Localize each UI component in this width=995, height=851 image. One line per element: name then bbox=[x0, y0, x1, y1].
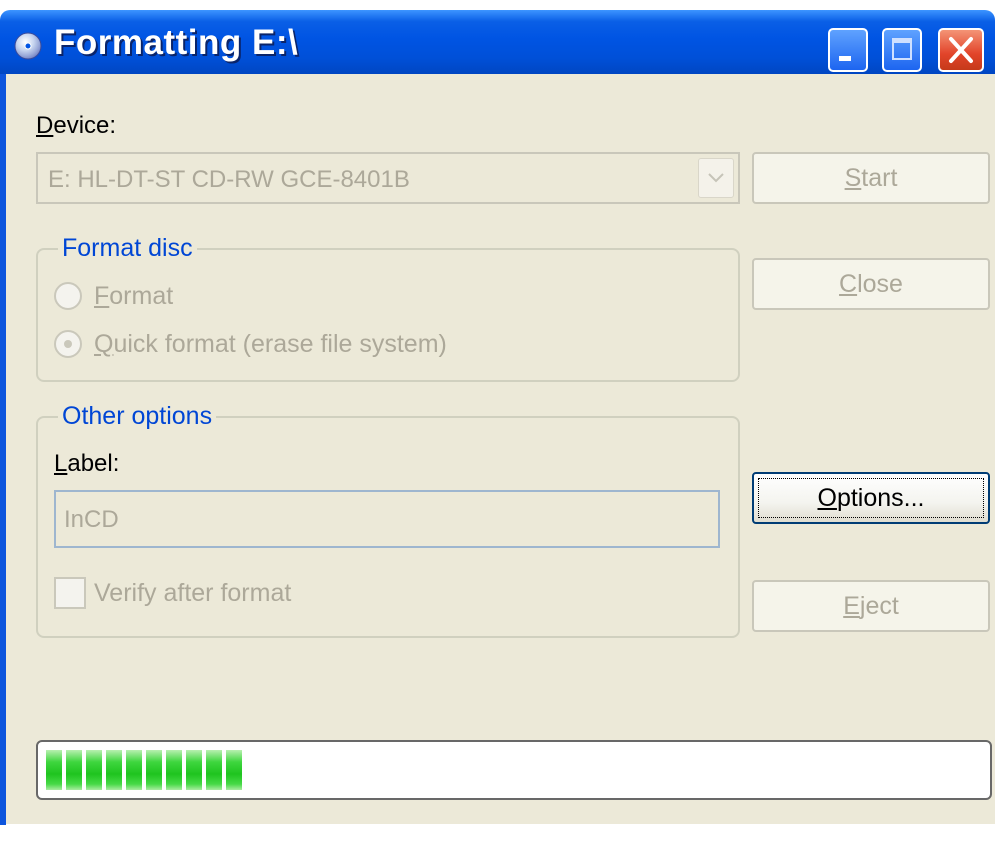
format-disc-group: Format disc bbox=[36, 234, 740, 382]
maximize-button[interactable] bbox=[882, 28, 922, 72]
quick-format-option-label: Quick format (erase file system) bbox=[94, 330, 447, 358]
maximize-icon bbox=[892, 38, 912, 60]
eject-button[interactable]: Eject bbox=[752, 580, 990, 632]
chevron-down-icon bbox=[708, 173, 724, 183]
progress-segment bbox=[86, 750, 102, 790]
progress-segment bbox=[66, 750, 82, 790]
format-radio[interactable] bbox=[54, 282, 82, 310]
progress-segment bbox=[146, 750, 162, 790]
quick-format-radio[interactable] bbox=[54, 330, 82, 358]
start-button[interactable]: Start bbox=[752, 152, 990, 204]
device-dropdown[interactable]: E: HL-DT-ST CD-RW GCE-8401B bbox=[36, 152, 740, 204]
title-bar[interactable]: Formatting E:\ bbox=[0, 10, 995, 74]
format-disc-group-title: Format disc bbox=[58, 234, 197, 263]
focus-rect bbox=[758, 478, 984, 518]
progress-segment bbox=[186, 750, 202, 790]
format-dialog: Formatting E:\ Device: E: HL-DT-ST CD-RW… bbox=[0, 0, 995, 851]
dropdown-button[interactable] bbox=[698, 158, 734, 198]
close-icon bbox=[949, 37, 973, 63]
progress-segment bbox=[46, 750, 62, 790]
progress-fill bbox=[46, 750, 246, 790]
cd-disc-icon bbox=[14, 32, 42, 60]
progress-segment bbox=[126, 750, 142, 790]
progress-segment bbox=[166, 750, 182, 790]
options-button[interactable]: Options... bbox=[752, 472, 990, 524]
volume-label-input[interactable]: InCD bbox=[54, 490, 720, 548]
close-button[interactable]: Close bbox=[752, 258, 990, 310]
label-field-label: Label: bbox=[54, 450, 120, 477]
format-progress-bar bbox=[36, 740, 992, 800]
other-options-group-title: Other options bbox=[58, 402, 217, 431]
progress-segment bbox=[226, 750, 242, 790]
verify-after-format-label: Verify after format bbox=[94, 579, 292, 607]
device-selected-value: E: HL-DT-ST CD-RW GCE-8401B bbox=[48, 166, 410, 193]
verify-after-format-checkbox[interactable] bbox=[54, 577, 86, 609]
progress-segment bbox=[106, 750, 122, 790]
progress-segment bbox=[206, 750, 222, 790]
window-title: Formatting E:\ bbox=[54, 23, 299, 62]
close-window-button[interactable] bbox=[938, 28, 984, 72]
volume-label-value: InCD bbox=[64, 506, 119, 533]
minimize-icon bbox=[839, 56, 851, 61]
format-option-label: Format bbox=[94, 282, 174, 310]
minimize-button[interactable] bbox=[828, 28, 868, 72]
device-label: Device: bbox=[36, 112, 117, 139]
